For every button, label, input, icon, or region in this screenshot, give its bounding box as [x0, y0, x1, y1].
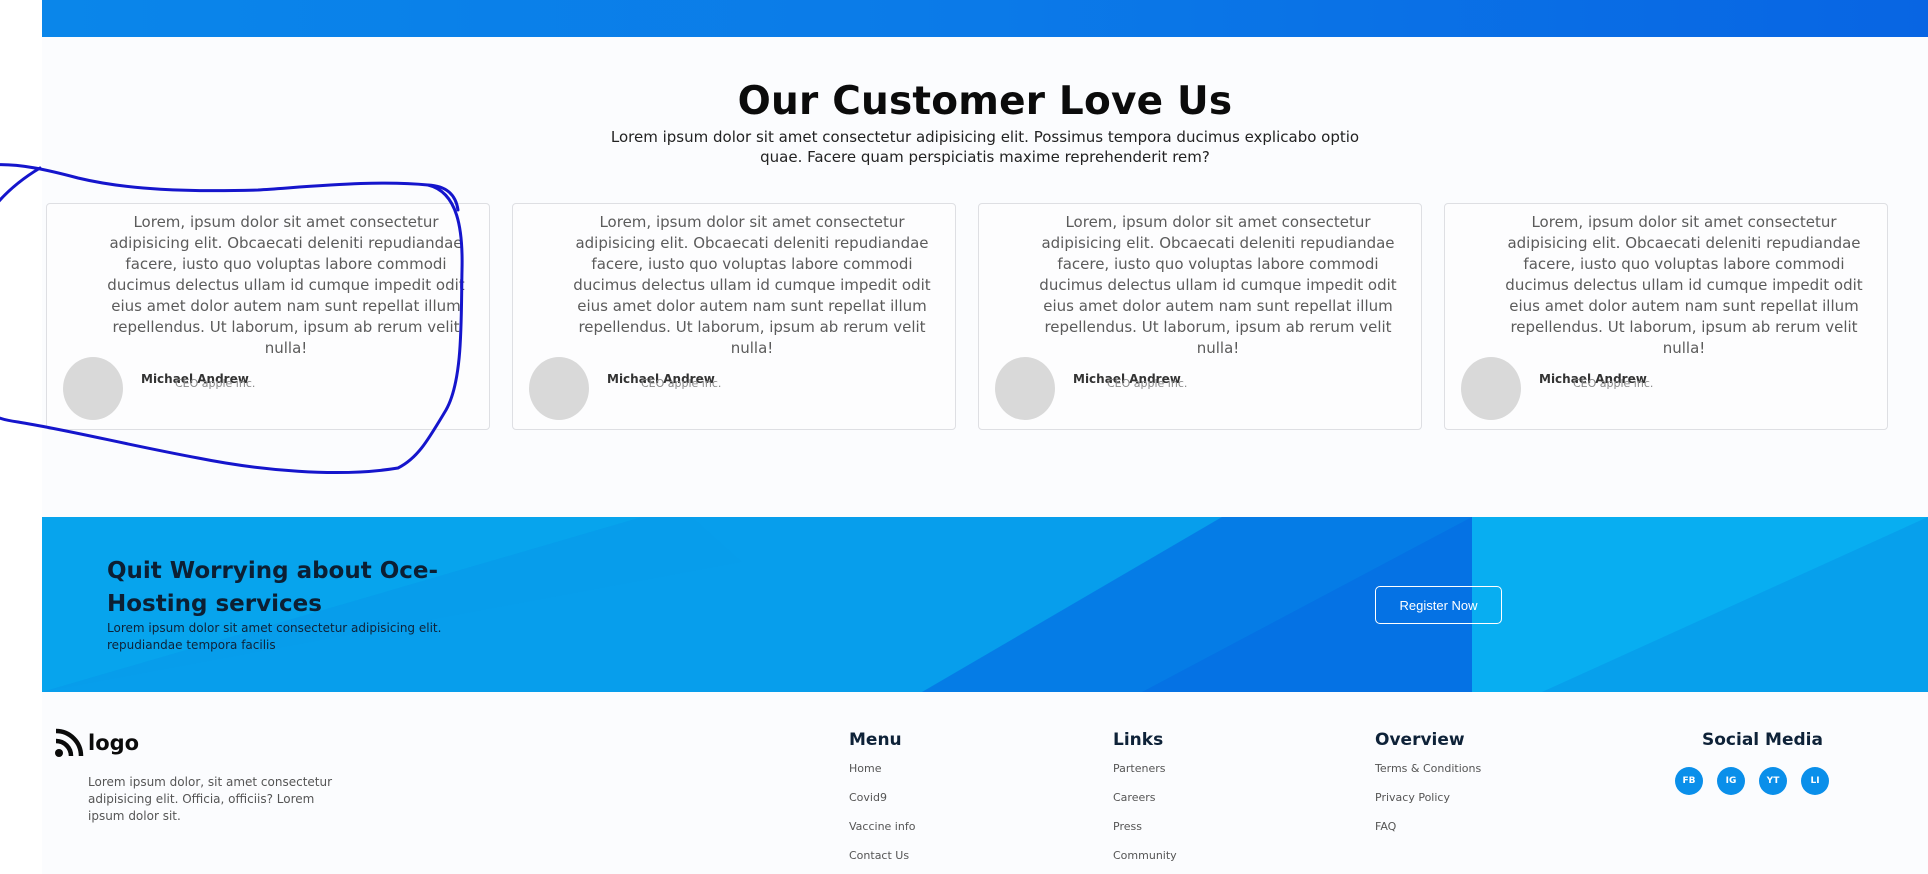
avatar: [529, 357, 589, 420]
testimonial-card: Lorem, ipsum dolor sit amet consectetur …: [1444, 203, 1888, 430]
footer-link-terms[interactable]: Terms & Conditions: [1375, 762, 1481, 791]
testimonial-card: Lorem, ipsum dolor sit amet consectetur …: [978, 203, 1422, 430]
footer-overview-column: Overview Terms & Conditions Privacy Poli…: [1375, 730, 1481, 849]
footer-link-faq[interactable]: FAQ: [1375, 820, 1481, 849]
logo[interactable]: logo: [54, 728, 139, 758]
social-media-title: Social Media: [1702, 730, 1823, 750]
footer-description: Lorem ipsum dolor, sit amet consectetur …: [88, 775, 333, 823]
youtube-icon[interactable]: YT: [1759, 767, 1787, 795]
footer-link-press[interactable]: Press: [1113, 820, 1177, 849]
cta-title: Quit Worrying about Oce-Hosting services: [107, 558, 439, 617]
testimonial-card: Lorem, ipsum dolor sit amet consectetur …: [46, 203, 490, 430]
register-now-button[interactable]: Register Now: [1375, 586, 1502, 624]
author-role: CEO apple inc.: [175, 377, 256, 390]
footer-link-community[interactable]: Community: [1113, 849, 1177, 874]
section-subtitle: Lorem ipsum dolor sit amet consectetur a…: [610, 128, 1360, 166]
avatar: [995, 357, 1055, 420]
social-icons: FB IG YT LI: [1675, 767, 1829, 795]
logo-text: logo: [88, 731, 140, 755]
column-title: Overview: [1375, 730, 1465, 750]
testimonial-text: Lorem, ipsum dolor sit amet consectetur …: [573, 213, 931, 357]
rss-icon: [55, 728, 84, 757]
footer-links-column: Links Parteners Careers Press Community: [1113, 730, 1177, 874]
instagram-icon[interactable]: IG: [1717, 767, 1745, 795]
footer-link-covid9[interactable]: Covid9: [849, 791, 915, 820]
column-title: Menu: [849, 730, 902, 750]
author-role: CEO apple inc.: [1573, 377, 1654, 390]
footer-link-privacy-policy[interactable]: Privacy Policy: [1375, 791, 1481, 820]
footer-link-vaccine-info[interactable]: Vaccine info: [849, 820, 915, 849]
section-title: Our Customer Love Us: [737, 79, 1233, 124]
footer-link-contact-us[interactable]: Contact Us: [849, 849, 915, 874]
cta-description: Lorem ipsum dolor sit amet consectetur a…: [107, 621, 442, 652]
linkedin-icon[interactable]: LI: [1801, 767, 1829, 795]
landing-page: Our Customer Love Us Lorem ipsum dolor s…: [42, 0, 1928, 874]
testimonial-text: Lorem, ipsum dolor sit amet consectetur …: [1039, 213, 1397, 357]
author-role: CEO apple inc.: [1107, 377, 1188, 390]
testimonial-text: Lorem, ipsum dolor sit amet consectetur …: [107, 213, 465, 357]
avatar: [1461, 357, 1521, 420]
top-banner: [42, 0, 1928, 37]
author-role: CEO apple inc.: [641, 377, 722, 390]
testimonial-card: Lorem, ipsum dolor sit amet consectetur …: [512, 203, 956, 430]
facebook-icon[interactable]: FB: [1675, 767, 1703, 795]
testimonials-section: Our Customer Love Us Lorem ipsum dolor s…: [42, 37, 1928, 517]
testimonial-text: Lorem, ipsum dolor sit amet consectetur …: [1505, 213, 1863, 357]
footer: logo Lorem ipsum dolor, sit amet consect…: [42, 692, 1928, 874]
cta-banner: Quit Worrying about Oce-Hosting services…: [42, 517, 1928, 692]
footer-link-careers[interactable]: Careers: [1113, 791, 1177, 820]
footer-link-parteners[interactable]: Parteners: [1113, 762, 1177, 791]
footer-link-home[interactable]: Home: [849, 762, 915, 791]
footer-menu-column: Menu Home Covid9 Vaccine info Contact Us: [849, 730, 915, 874]
column-title: Links: [1113, 730, 1164, 750]
avatar: [63, 357, 123, 420]
